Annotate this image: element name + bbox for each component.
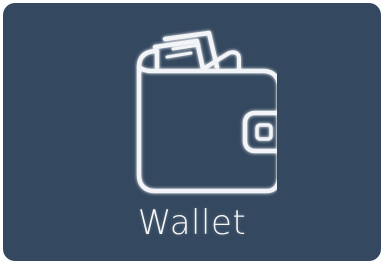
tile-label: Wallet bbox=[137, 203, 247, 243]
wallet-app-tile[interactable]: Wallet bbox=[3, 3, 381, 261]
wallet-icon bbox=[117, 25, 277, 201]
